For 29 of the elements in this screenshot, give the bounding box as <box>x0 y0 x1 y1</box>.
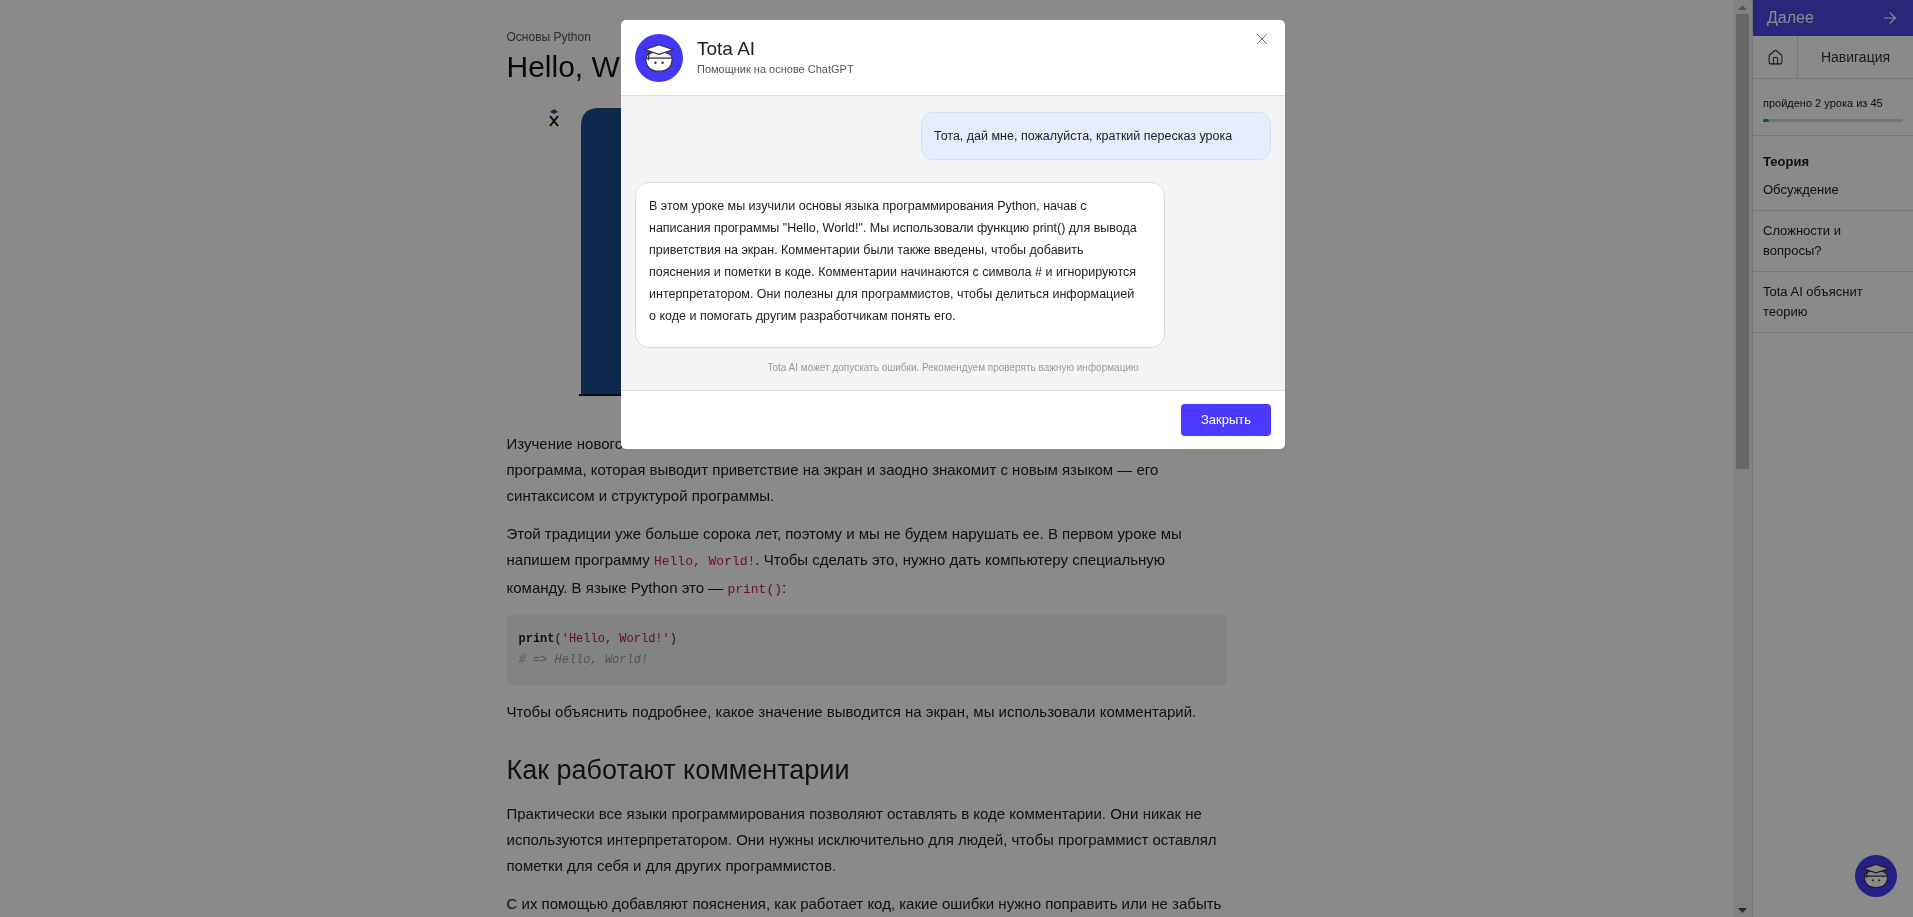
scrollbar[interactable] <box>1733 0 1752 917</box>
dialog-subtitle: Помощник на основе ChatGPT <box>697 62 854 78</box>
arrow-right-icon <box>1881 9 1899 27</box>
sidebar-link[interactable]: Теория <box>1763 152 1809 172</box>
sidebar-link[interactable]: Tota AI объяснит теорию <box>1763 282 1903 322</box>
code-line: print('Hello, World!') <box>518 631 677 648</box>
paragraph: С их помощью добавляют пояснения, как работает код, какие ошибки нужно поправить или не забыть <box>506 894 1223 914</box>
assistant-message: В этом уроке мы изучили основы языка программирования Python, начав с написания программы "Hello, World!". Мы использовали функцию print() для вывода приветствия на экран. Комментарии были также введены, чтобы добавить пояснения и пометки в коде. Комментарии начинаются с символа # и игнорируются интерпретатором. Они полезны для программистов, чтобы делиться информацией о коде и помогать другим разработчикам понять его. <box>635 182 1165 348</box>
scroll-down-icon[interactable] <box>1738 907 1747 913</box>
breadcrumb[interactable]: Основы Python <box>506 28 591 46</box>
robot-logo-icon <box>1855 855 1897 897</box>
disclaimer: Tota AI может допускать ошибки. Рекомендуем проверять важную информацию <box>767 361 1139 375</box>
paragraph: Этой традиции уже больше сорока лет, поэтому и мы не будем нарушать ее. В первом уроке мы напишем программу Hello, World!. Чтобы сделать это, нужно дать компьютеру специальную команду. В языке Python это — print(): <box>506 524 1183 599</box>
robot-logo-icon <box>635 33 683 82</box>
sidebar-link[interactable]: Сложности и вопросы? <box>1763 221 1903 261</box>
paragraph: Изучение нового программа, которая выводит приветствие на экран и заодно знакомит с новым языком — его синтаксисом и структурой программы. <box>506 434 1160 506</box>
progress-label: пройдено 2 урока из 45 <box>1763 96 1883 111</box>
dialog-title: Tota AI <box>697 37 756 62</box>
navigation-button[interactable]: Навигация <box>1798 36 1913 78</box>
sidebar-link[interactable]: Обсуждение <box>1763 180 1839 200</box>
lesson-title: Hello, W <box>506 49 620 85</box>
home-icon <box>1766 48 1784 66</box>
close-dialog-button[interactable]: Закрыть <box>1180 404 1271 436</box>
next-button[interactable]: Далее <box>1753 0 1913 36</box>
section-heading: Как работают комментарии <box>506 754 851 787</box>
user-message: Тота, дай мне, пожалуйста, краткий пересказ урока <box>921 112 1271 160</box>
paragraph: Практически все языки программирования позволяют оставлять в коде комментарии. Они никак не используются интерпретатором. Они нужны исключительно для людей, чтобы программист оставлял пометки для себя и для других программистов. <box>506 804 1218 876</box>
assistant-button[interactable] <box>1855 855 1897 897</box>
paragraph: Чтобы объяснить подробнее, какое значение выводится на экран, мы использовали комментарий. <box>506 702 1198 722</box>
